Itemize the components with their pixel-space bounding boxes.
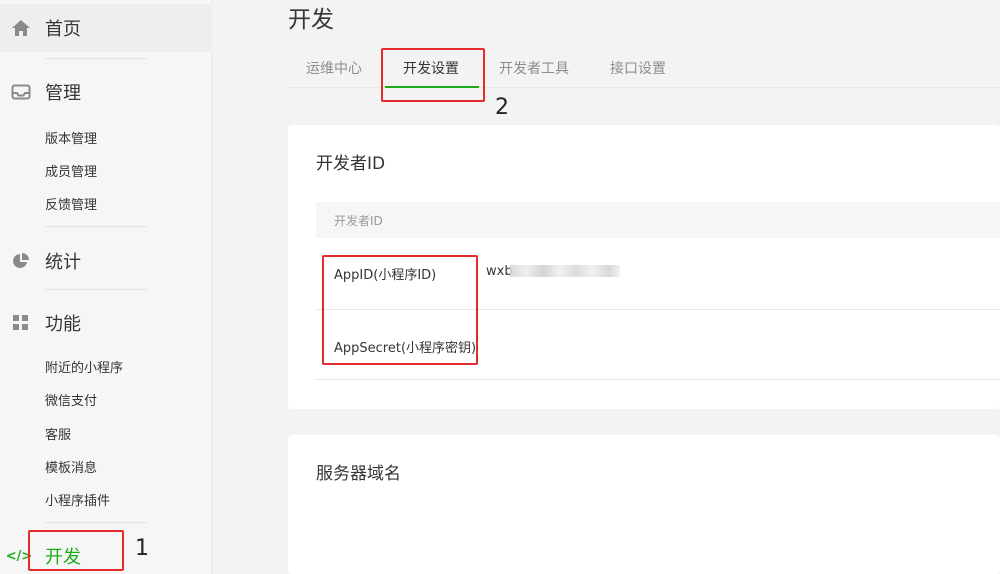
sidebar-subitem-wechat-pay[interactable]: 微信支付 (45, 390, 97, 409)
home-icon (11, 18, 31, 38)
divider (45, 226, 147, 227)
sidebar-subitem-customer-service[interactable]: 客服 (45, 424, 71, 443)
grid-icon (11, 313, 31, 333)
sidebar-item-home[interactable]: 首页 (0, 4, 212, 52)
divider (45, 58, 147, 59)
sidebar: 首页 管理 版本管理 成员管理 反馈管理 统计 功能 附近的小程序 微信支付 客… (0, 0, 212, 574)
server-domain-card (288, 435, 1000, 574)
divider (45, 522, 147, 523)
sidebar-subitem-nearby[interactable]: 附近的小程序 (45, 357, 123, 376)
annotation-number-2: 2 (495, 95, 509, 120)
annotation-box-tab (381, 48, 485, 102)
annotation-number-1: 1 (135, 536, 149, 561)
sidebar-item-features[interactable]: 功能 (0, 295, 212, 351)
sidebar-item-manage[interactable]: 管理 (0, 64, 212, 120)
tab-api-settings[interactable]: 接口设置 (610, 58, 666, 78)
sidebar-subitem-template-message[interactable]: 模板消息 (45, 457, 97, 476)
inbox-icon (11, 82, 31, 102)
server-domain-title: 服务器域名 (316, 464, 401, 484)
sidebar-subitem-version[interactable]: 版本管理 (45, 128, 97, 147)
table-header: 开发者ID (316, 202, 1000, 238)
sidebar-item-label: 统计 (45, 252, 81, 273)
divider (45, 289, 147, 290)
appid-value: wxb (486, 264, 513, 279)
row-divider (316, 379, 1000, 380)
page-title: 开发 (288, 7, 334, 33)
sidebar-item-stats[interactable]: 统计 (0, 233, 212, 289)
pie-chart-icon (11, 251, 31, 271)
sidebar-item-label: 管理 (45, 83, 81, 104)
sidebar-item-label: 功能 (45, 314, 81, 335)
column-header: 开发者ID (334, 214, 383, 228)
sidebar-subitem-plugins[interactable]: 小程序插件 (45, 490, 110, 509)
tab-dev-tools[interactable]: 开发者工具 (499, 58, 569, 78)
annotation-box-credentials (322, 255, 478, 365)
code-icon: </> (5, 548, 33, 564)
sidebar-subitem-members[interactable]: 成员管理 (45, 161, 97, 180)
tab-ops-center[interactable]: 运维中心 (306, 58, 362, 78)
developer-id-title: 开发者ID (316, 154, 386, 174)
redacted-appid (510, 265, 620, 277)
annotation-box-develop (28, 530, 124, 571)
sidebar-item-label: 首页 (45, 19, 81, 40)
sidebar-subitem-feedback[interactable]: 反馈管理 (45, 194, 97, 213)
